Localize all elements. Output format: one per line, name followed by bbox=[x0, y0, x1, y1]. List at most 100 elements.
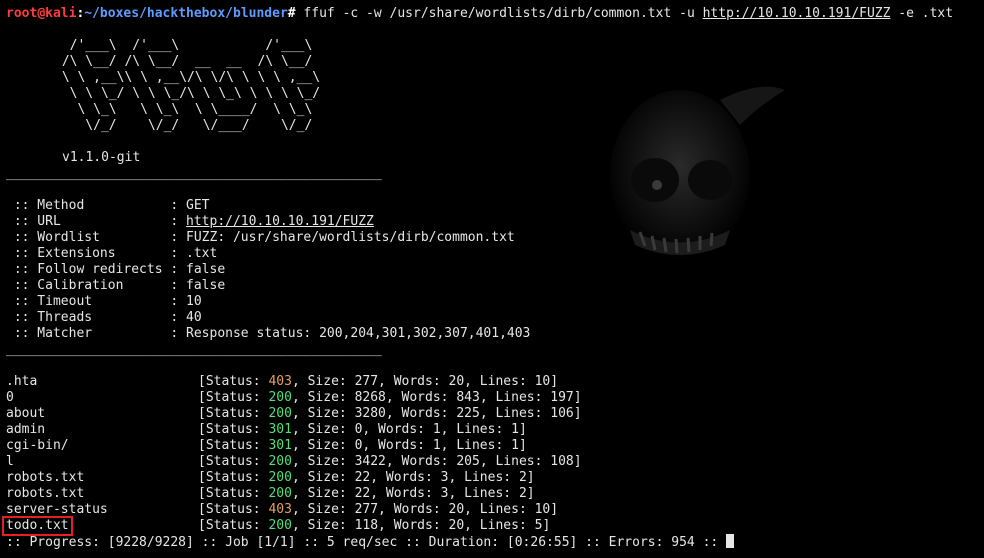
result-path: l bbox=[6, 454, 14, 469]
result-label: ] bbox=[518, 438, 527, 453]
prompt-at: @ bbox=[37, 6, 46, 21]
result-row: admin [Status: 301, Size: 0, Words: 1, Li… bbox=[6, 422, 527, 438]
progress-line: :: Progress: [9228/9228] :: Job [1/1] ::… bbox=[6, 534, 735, 550]
result-lines: 10 bbox=[534, 502, 551, 517]
result-status: 403 bbox=[268, 502, 292, 517]
result-status: 301 bbox=[268, 422, 292, 437]
result-size: 3422 bbox=[354, 454, 386, 469]
config-wordlist: :: Wordlist : FUZZ: /usr/share/wordlists… bbox=[6, 230, 515, 245]
result-words: 20 bbox=[448, 374, 465, 389]
result-status: 200 bbox=[268, 486, 292, 501]
result-size: 22 bbox=[354, 486, 371, 501]
result-label: [Status: bbox=[198, 454, 269, 469]
result-status: 403 bbox=[268, 374, 292, 389]
result-label: ] bbox=[526, 470, 535, 485]
banner-ascii-line: /'___\ /'___\ /'___\ bbox=[54, 38, 313, 53]
banner-ascii-line: \ \ \_/ \ \ \_/\ \ \_\ \ \ \ \_/ bbox=[54, 86, 321, 101]
result-path: cgi-bin/ bbox=[6, 438, 69, 453]
result-label: , Size: bbox=[291, 422, 355, 437]
result-label: , Size: bbox=[291, 470, 355, 485]
result-label: , Size: bbox=[291, 486, 355, 501]
command-url-link[interactable]: http://10.10.10.191/FUZZ bbox=[703, 6, 891, 21]
result-label: [Status: bbox=[198, 406, 269, 421]
terminal-cursor bbox=[726, 534, 735, 548]
result-path: admin bbox=[6, 422, 46, 437]
result-label: ] bbox=[573, 390, 582, 405]
terminal-window[interactable]: root@kali:~/boxes/hackthebox/blunder# ff… bbox=[0, 0, 984, 558]
result-status: 200 bbox=[268, 390, 292, 405]
prompt-host: kali bbox=[45, 6, 77, 21]
result-status: 200 bbox=[268, 406, 292, 421]
result-label: [Status: bbox=[198, 422, 269, 437]
config-url: :: URL : http://10.10.10.191/FUZZ bbox=[6, 214, 374, 229]
prompt-path: ~/boxes/hackthebox/blunder bbox=[84, 6, 288, 21]
result-label: , Words: bbox=[370, 486, 441, 501]
result-lines: 108 bbox=[550, 454, 574, 469]
result-label: , Lines: bbox=[440, 422, 512, 437]
result-row: .hta [Status: 403, Size: 277, Words: 20, … bbox=[6, 374, 558, 390]
result-row: 0 [Status: 200, Size: 8268, Words: 843, L… bbox=[6, 390, 582, 406]
result-lines: 2 bbox=[518, 470, 527, 485]
result-label: , Lines: bbox=[464, 518, 535, 533]
result-label: , Words: bbox=[362, 438, 433, 453]
result-label: , Lines: bbox=[464, 374, 535, 389]
result-label: , Size: bbox=[291, 502, 355, 517]
result-label: , Words: bbox=[385, 406, 457, 421]
result-row: server-status [Status: 403, Size: 277, Wo… bbox=[6, 502, 558, 518]
result-size: 118 bbox=[354, 518, 379, 533]
result-row: cgi-bin/[Status: 301, Size: 0, Words: 1,… bbox=[6, 438, 527, 454]
result-label: , Words: bbox=[378, 518, 449, 533]
result-row: robots.txt [Status: 200, Size: 22, Words:… bbox=[6, 470, 535, 486]
result-row: robots.txt [Status: 200, Size: 22, Words:… bbox=[6, 486, 535, 502]
result-label: , Lines: bbox=[448, 470, 519, 485]
result-lines: 10 bbox=[534, 374, 551, 389]
config-timeout: :: Timeout : 10 bbox=[6, 294, 202, 309]
result-lines: 106 bbox=[550, 406, 574, 421]
result-label: , Size: bbox=[291, 438, 355, 453]
result-size: 277 bbox=[354, 502, 379, 517]
skull-wallpaper-image bbox=[610, 86, 785, 260]
prompt-user: root bbox=[6, 6, 38, 21]
separator-line: ________________________________________… bbox=[6, 342, 382, 357]
result-status: 200 bbox=[268, 454, 292, 469]
result-label: , Words: bbox=[385, 454, 457, 469]
result-label: , Words: bbox=[378, 502, 449, 517]
banner-version: v1.1.0-git bbox=[62, 150, 141, 165]
result-label: [Status: bbox=[198, 438, 269, 453]
result-label: [Status: bbox=[198, 518, 269, 533]
config-url-link[interactable]: http://10.10.10.191/FUZZ bbox=[186, 214, 374, 229]
result-words: 3 bbox=[440, 486, 449, 501]
result-label: , Size: bbox=[291, 374, 355, 389]
config-matcher: :: Matcher : Response status: 200,204,30… bbox=[6, 326, 531, 341]
result-size: 277 bbox=[354, 374, 379, 389]
result-label: , Words: bbox=[370, 470, 441, 485]
command-args: -e .txt bbox=[890, 6, 954, 21]
result-words: 20 bbox=[448, 518, 465, 533]
config-threads: :: Threads : 40 bbox=[6, 310, 202, 325]
result-row: todo.txt [Status: 200, Size: 118, Words: … bbox=[6, 518, 550, 534]
result-label: ] bbox=[550, 502, 559, 517]
banner-ascii-line: \/_/ \/_/ \/___/ \/_/ bbox=[54, 118, 313, 133]
result-row: l [Status: 200, Size: 3422, Words: 205, L… bbox=[6, 454, 582, 470]
result-words: 1 bbox=[432, 422, 441, 437]
result-label: ] bbox=[542, 518, 551, 533]
config-method: :: Method : GET bbox=[6, 198, 210, 213]
result-path: robots.txt bbox=[6, 486, 85, 501]
result-lines: 197 bbox=[550, 390, 574, 405]
result-label: ] bbox=[526, 486, 535, 501]
result-label: , Lines: bbox=[448, 486, 519, 501]
result-size: 8268 bbox=[354, 390, 386, 405]
result-words: 20 bbox=[448, 502, 465, 517]
result-label: , Words: bbox=[362, 422, 433, 437]
result-label: , Lines: bbox=[479, 390, 551, 405]
result-words: 843 bbox=[456, 390, 480, 405]
result-label: , Words: bbox=[378, 374, 449, 389]
result-label: , Words: bbox=[385, 390, 457, 405]
result-status: 200 bbox=[268, 518, 292, 533]
result-words: 3 bbox=[440, 470, 449, 485]
result-label: ] bbox=[518, 422, 527, 437]
result-label: , Lines: bbox=[464, 502, 535, 517]
result-label: , Size: bbox=[291, 390, 355, 405]
result-label: [Status: bbox=[198, 374, 269, 389]
result-label: , Lines: bbox=[479, 454, 551, 469]
